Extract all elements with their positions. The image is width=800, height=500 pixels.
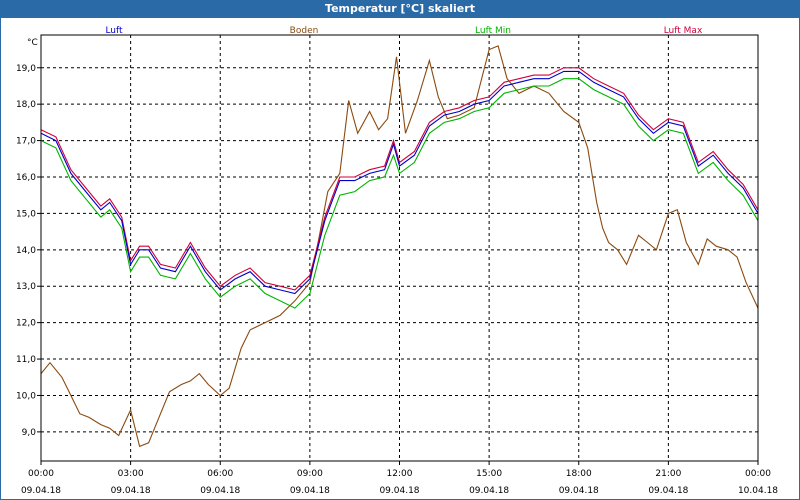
legend-entry-luft: Luft xyxy=(105,26,123,36)
x-tick-date-label: 09.04.18 xyxy=(21,486,61,496)
x-tick-time-label: 15:00 xyxy=(476,469,502,479)
y-tick-label: 10,0 xyxy=(16,391,36,401)
x-tick-date-label: 09.04.18 xyxy=(648,486,688,496)
y-tick-label: 15,0 xyxy=(16,209,36,219)
x-tick-time-label: 03:00 xyxy=(118,469,144,479)
x-tick-time-label: 06:00 xyxy=(207,469,233,479)
y-axis-unit-label: °C xyxy=(27,38,38,48)
y-tick-label: 13,0 xyxy=(16,282,36,292)
x-tick-date-label: 09.04.18 xyxy=(559,486,599,496)
chart-area: 9,0 10,0 11,0 12,0 13,0 14,0 15,0 16,0 17,0 18,0 1… xyxy=(0,18,800,500)
series-line-luft xyxy=(40,70,759,295)
x-tick-date-label: 09.04.18 xyxy=(379,486,419,496)
y-tick-label: 16,0 xyxy=(16,173,36,183)
grid xyxy=(41,35,758,461)
x-tick-time-label: 18:00 xyxy=(566,469,592,479)
y-tick-label: 19,0 xyxy=(16,64,36,74)
y-tick-label: 14,0 xyxy=(16,246,36,256)
y-tick-label: 18,0 xyxy=(16,100,36,110)
y-tick-label: 11,0 xyxy=(16,355,36,365)
legend-entry-boden: Boden xyxy=(290,26,319,36)
x-tick-date-label: 09.04.18 xyxy=(290,486,330,496)
x-tick-date-label: 09.04.18 xyxy=(469,486,509,496)
temperature-chart: 9,0 10,0 11,0 12,0 13,0 14,0 15,0 16,0 17,0 18,0 1… xyxy=(16,26,778,496)
y-tick-label: 17,0 xyxy=(16,137,36,147)
legend-entry-luft-max: Luft Max xyxy=(664,26,703,36)
x-tick-date-label: 09.04.18 xyxy=(111,486,151,496)
x-tick-time-label: 21:00 xyxy=(655,469,681,479)
chart-title: Temperatur [°C] skaliert xyxy=(0,0,800,18)
x-tick-date-label: 10.04.18 xyxy=(738,486,778,496)
x-tick-time-label: 00:00 xyxy=(745,469,771,479)
x-tick-time-label: 12:00 xyxy=(387,469,413,479)
y-tick-label: 9,0 xyxy=(22,428,37,438)
x-tick-time-label: 09:00 xyxy=(297,469,323,479)
legend-entry-luft-min: Luft Min xyxy=(475,26,511,36)
x-tick-time-label: 00:00 xyxy=(28,469,54,479)
y-tick-label: 12,0 xyxy=(16,319,36,329)
x-tick-date-label: 09.04.18 xyxy=(200,486,240,496)
